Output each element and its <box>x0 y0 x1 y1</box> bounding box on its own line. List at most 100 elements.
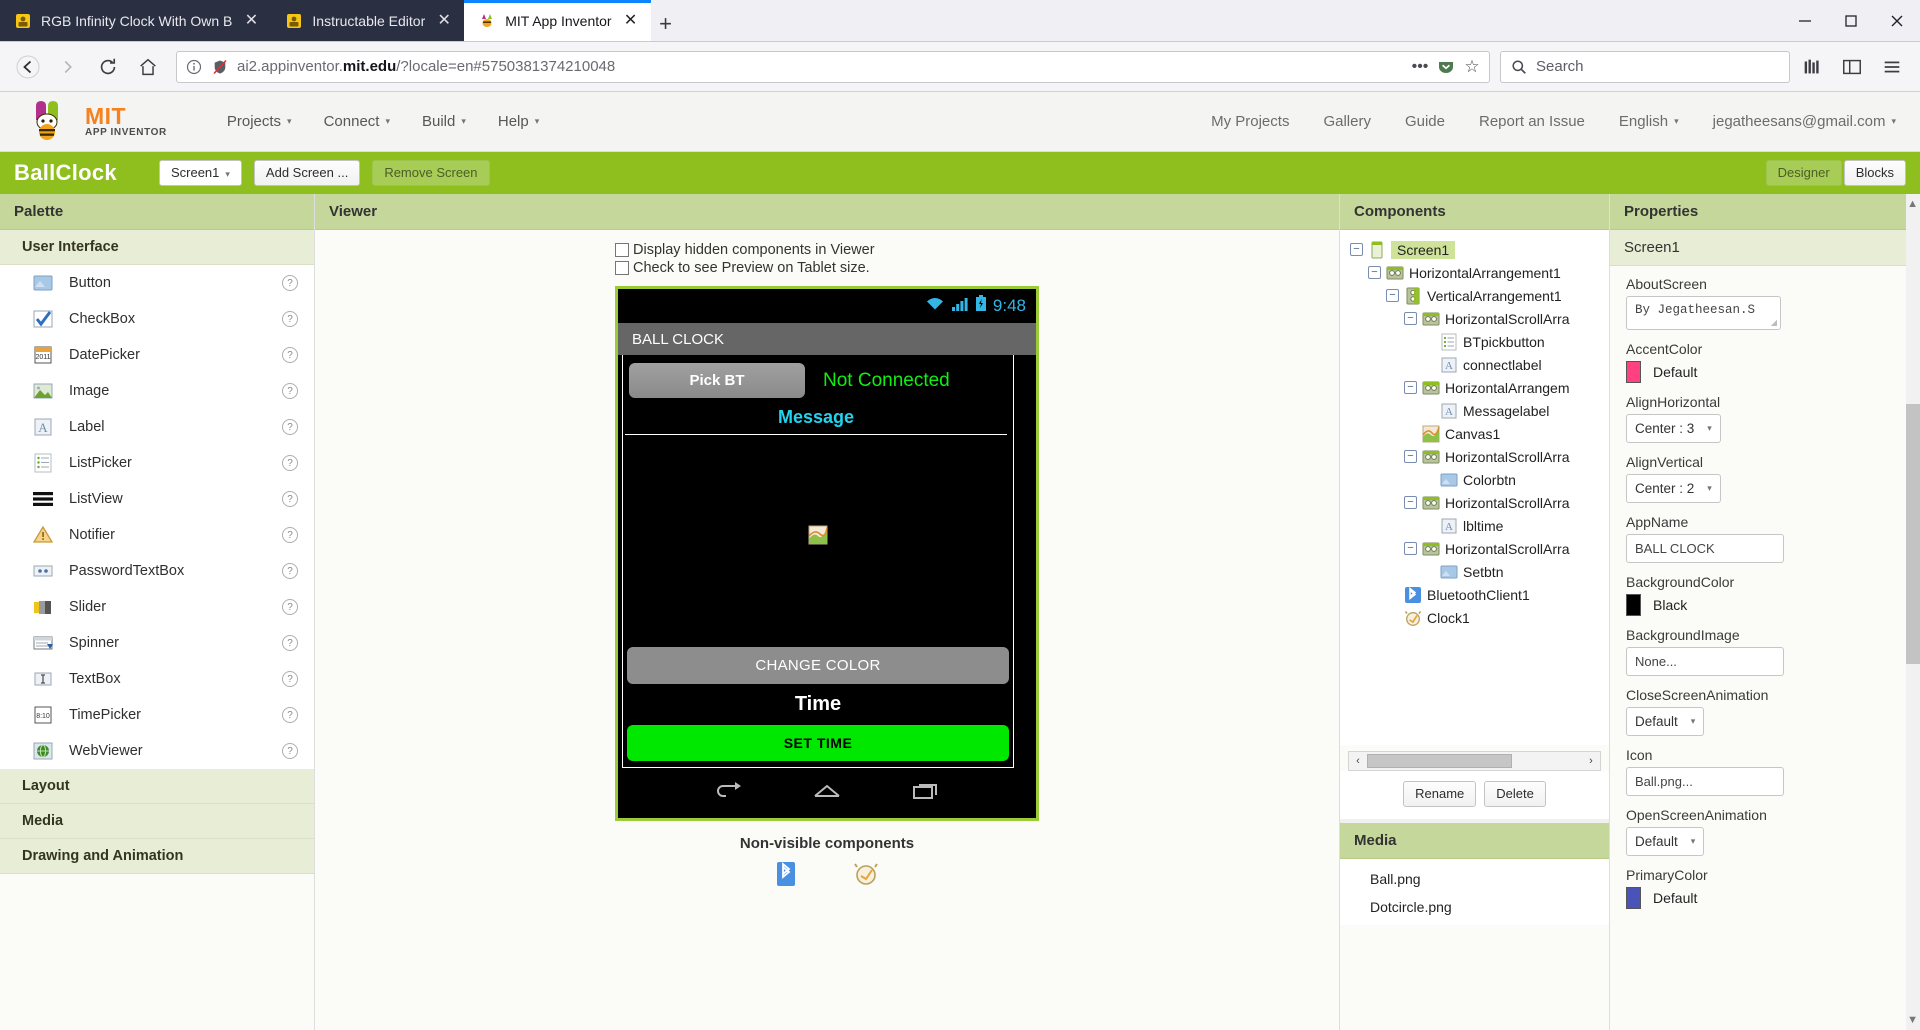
help-icon[interactable]: ? <box>282 527 298 543</box>
component-tree-node[interactable]: Clock1 <box>1340 606 1609 629</box>
palette-item-label[interactable]: A Label ? <box>0 409 314 445</box>
bluetooth-icon[interactable] <box>775 861 797 890</box>
help-icon[interactable]: ? <box>282 383 298 399</box>
tree-expander[interactable]: − <box>1404 450 1417 463</box>
maximize-icon[interactable] <box>1828 0 1874 41</box>
component-tree-node[interactable]: − HorizontalArrangement1 <box>1340 261 1609 284</box>
palette-item-notifier[interactable]: Notifier ? <box>0 517 314 553</box>
property-select[interactable]: Default ▾ <box>1626 707 1705 736</box>
pocket-icon[interactable] <box>1437 58 1455 76</box>
search-bar[interactable]: Search <box>1500 50 1790 83</box>
component-tree-node[interactable]: − HorizontalScrollArra <box>1340 445 1609 468</box>
help-icon[interactable]: ? <box>282 275 298 291</box>
recents-icon[interactable] <box>909 781 943 806</box>
home-icon[interactable] <box>130 49 166 85</box>
menu-language[interactable]: English ▾ <box>1619 113 1679 130</box>
display-hidden-components-row[interactable]: Display hidden components in Viewer <box>315 242 1339 258</box>
tree-expander[interactable]: − <box>1350 243 1363 256</box>
palette-item-passwordtextbox[interactable]: PasswordTextBox ? <box>0 553 314 589</box>
component-tree-node[interactable]: Aconnectlabel <box>1340 353 1609 376</box>
menu-projects[interactable]: Projects ▾ <box>227 113 292 130</box>
property-select[interactable]: Default ▾ <box>1626 827 1705 856</box>
palette-item-listpicker[interactable]: ListPicker ? <box>0 445 314 481</box>
property-textarea[interactable]: By Jegatheesan.S <box>1626 296 1781 330</box>
menu-my-projects[interactable]: My Projects <box>1211 113 1289 130</box>
clock-icon[interactable] <box>853 861 879 890</box>
palette-item-checkbox[interactable]: CheckBox ? <box>0 301 314 337</box>
delete-button[interactable]: Delete <box>1484 781 1546 808</box>
address-bar[interactable]: ai2.appinventor.mit.edu/?locale=en#57503… <box>176 50 1490 83</box>
menu-build[interactable]: Build ▾ <box>422 113 466 130</box>
component-tree-node[interactable]: Setbtn <box>1340 560 1609 583</box>
screen-select[interactable]: Screen1 ▾ <box>158 159 242 187</box>
hamburger-menu-icon[interactable] <box>1874 49 1910 85</box>
tree-expander[interactable]: − <box>1386 289 1399 302</box>
tree-expander[interactable]: − <box>1368 266 1381 279</box>
info-icon[interactable] <box>185 58 203 76</box>
browser-tab[interactable]: Instructable Editor ✕ <box>271 0 465 41</box>
help-icon[interactable]: ? <box>282 419 298 435</box>
designer-tab[interactable]: Designer <box>1765 159 1842 187</box>
component-tree-node[interactable]: Colorbtn <box>1340 468 1609 491</box>
add-screen-button[interactable]: Add Screen ... <box>253 159 361 187</box>
new-tab-button[interactable]: + <box>651 7 681 41</box>
component-tree-node[interactable]: − Screen1 <box>1340 238 1609 261</box>
pick-bt-button[interactable]: Pick BT <box>629 363 805 398</box>
component-tree-node[interactable]: Albltime <box>1340 514 1609 537</box>
help-icon[interactable]: ? <box>282 707 298 723</box>
property-text-input[interactable]: Ball.png... <box>1626 767 1784 796</box>
library-icon[interactable] <box>1794 49 1830 85</box>
properties-scrollbar[interactable]: ▲ ▼ <box>1906 194 1920 1030</box>
help-icon[interactable]: ? <box>282 491 298 507</box>
page-actions-icon[interactable]: ••• <box>1411 58 1429 76</box>
help-icon[interactable]: ? <box>282 563 298 579</box>
help-icon[interactable]: ? <box>282 671 298 687</box>
rename-button[interactable]: Rename <box>1403 781 1477 808</box>
chevron-down-icon[interactable]: ▼ <box>1907 1014 1918 1026</box>
bookmark-star-icon[interactable]: ☆ <box>1463 57 1481 76</box>
component-tree-node[interactable]: BluetoothClient1 <box>1340 583 1609 606</box>
palette-item-button[interactable]: Button ? <box>0 265 314 301</box>
property-color-row[interactable]: Default <box>1626 887 1904 909</box>
component-tree-node[interactable]: − HorizontalArrangem <box>1340 376 1609 399</box>
palette-section-user-interface[interactable]: User Interface <box>0 230 314 265</box>
help-icon[interactable]: ? <box>282 311 298 327</box>
tree-expander[interactable]: − <box>1404 496 1417 509</box>
scrollbar-thumb[interactable] <box>1367 754 1512 768</box>
color-swatch[interactable] <box>1626 594 1641 616</box>
menu-help[interactable]: Help ▾ <box>498 113 539 130</box>
remove-screen-button[interactable]: Remove Screen <box>372 159 490 187</box>
component-tree-node[interactable]: A Messagelabel <box>1340 399 1609 422</box>
palette-item-slider[interactable]: Slider ? <box>0 589 314 625</box>
scroll-left-arrow[interactable]: ‹ <box>1349 755 1367 767</box>
blocks-tab[interactable]: Blocks <box>1843 159 1906 187</box>
reload-icon[interactable] <box>90 49 126 85</box>
menu-gallery[interactable]: Gallery <box>1323 113 1371 130</box>
search-input[interactable]: Search <box>1536 58 1584 75</box>
component-tree-node[interactable]: − HorizontalScrollArra <box>1340 307 1609 330</box>
component-tree-node[interactable]: − HorizontalScrollArra <box>1340 537 1609 560</box>
palette-item-listview[interactable]: ListView ? <box>0 481 314 517</box>
scroll-right-arrow[interactable]: › <box>1582 755 1600 767</box>
tree-expander[interactable]: − <box>1404 312 1417 325</box>
menu-connect[interactable]: Connect ▾ <box>324 113 390 130</box>
sidebar-icon[interactable] <box>1834 49 1870 85</box>
media-item[interactable]: Dotcircle.png <box>1340 893 1609 921</box>
color-swatch[interactable] <box>1626 361 1641 383</box>
palette-section-media[interactable]: Media <box>0 804 314 839</box>
component-tree-node[interactable]: BTpickbutton <box>1340 330 1609 353</box>
close-icon[interactable]: ✕ <box>434 11 454 31</box>
mit-app-inventor-logo[interactable]: MIT APP INVENTOR <box>24 98 167 145</box>
component-tree-node[interactable]: Canvas1 <box>1340 422 1609 445</box>
browser-tab[interactable]: RGB Infinity Clock With Own B ✕ <box>0 0 272 41</box>
change-color-button[interactable]: CHANGE COLOR <box>627 647 1009 684</box>
tree-expander[interactable]: − <box>1404 381 1417 394</box>
close-icon[interactable]: ✕ <box>241 11 261 31</box>
palette-item-image[interactable]: Image ? <box>0 373 314 409</box>
preview-tablet-size-row[interactable]: Check to see Preview on Tablet size. <box>315 260 1339 276</box>
property-text-input[interactable]: BALL CLOCK <box>1626 534 1784 563</box>
component-tree-node[interactable]: − HorizontalScrollArra <box>1340 491 1609 514</box>
tracking-protection-off-icon[interactable] <box>211 58 229 76</box>
display-hidden-components-checkbox[interactable] <box>615 243 629 257</box>
browser-tab-active[interactable]: MIT App Inventor ✕ <box>464 0 651 41</box>
